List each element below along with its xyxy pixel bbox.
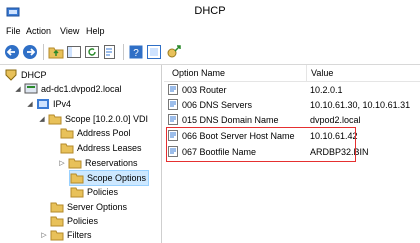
tree-label: Server Options <box>67 202 128 212</box>
tree-item-scope-policies[interactable]: Policies <box>70 185 118 199</box>
tree-label: Policies <box>87 187 119 197</box>
column-header-option-name[interactable]: Option Name <box>172 68 225 78</box>
tree-item-reservations[interactable]: ▷ Reservations <box>58 156 138 170</box>
list-header: Option Name Value <box>164 65 420 82</box>
toolbar: ? <box>0 40 420 65</box>
expand-arrow-icon[interactable]: ▷ <box>40 231 48 239</box>
collapse-arrow-icon[interactable]: ◢ <box>26 100 34 108</box>
tree-item-scope[interactable]: ◢ Scope [10.2.0.0] VDI <box>38 112 148 126</box>
tree-item-ipv4[interactable]: ◢ IPv4 <box>26 97 71 111</box>
option-icon <box>168 114 178 125</box>
dhcp-root-icon <box>5 69 17 81</box>
tree-item-address-pool[interactable]: Address Pool <box>60 126 131 140</box>
option-icon <box>168 99 178 110</box>
tree-item-filters[interactable]: ▷ Filters <box>40 228 92 242</box>
menu-help[interactable]: Help <box>86 26 105 36</box>
tree-item-policies[interactable]: Policies <box>50 214 98 228</box>
back-arrow-icon[interactable] <box>4 44 20 60</box>
toolbar-separator <box>123 44 124 60</box>
list-row[interactable]: 015 DNS Domain Name dvpod2.local <box>164 113 420 128</box>
option-name: 003 Router <box>182 84 227 95</box>
collapse-arrow-icon[interactable]: ◢ <box>38 115 46 123</box>
refresh-icon[interactable] <box>84 44 100 60</box>
column-header-value[interactable]: Value <box>311 68 333 78</box>
console-tree: DHCP ◢ ad-dc1.dvpod2.local ◢ IPv4 ◢ Scop… <box>0 65 162 243</box>
add-server-icon[interactable] <box>166 44 182 60</box>
option-value: 10.2.0.1 <box>310 85 343 95</box>
tree-label: Address Leases <box>77 143 142 153</box>
menu-bar: File Action View Help <box>0 24 420 40</box>
show-hide-tree-icon[interactable] <box>66 44 82 60</box>
tree-item-server[interactable]: ◢ ad-dc1.dvpod2.local <box>14 82 122 96</box>
folder-icon <box>68 158 82 169</box>
option-name: 006 DNS Servers <box>182 99 253 110</box>
tree-item-scope-options[interactable]: Scope Options <box>69 170 150 186</box>
ipv4-icon <box>37 99 49 109</box>
menu-file[interactable]: File <box>6 26 21 36</box>
up-folder-icon[interactable] <box>48 44 64 60</box>
tree-item-server-options[interactable]: Server Options <box>50 200 127 214</box>
svg-text:?: ? <box>133 48 139 59</box>
menu-action[interactable]: Action <box>26 26 51 36</box>
list-row[interactable]: 006 DNS Servers 10.10.61.30, 10.10.61.31 <box>164 98 420 113</box>
column-divider[interactable] <box>306 65 307 81</box>
folder-icon <box>70 187 84 198</box>
server-icon <box>24 83 38 94</box>
tree-label: DHCP <box>21 70 47 80</box>
tree-label: Filters <box>67 230 92 240</box>
toolbar-separator <box>43 44 44 60</box>
option-name: 015 DNS Domain Name <box>182 114 279 125</box>
tree-label: IPv4 <box>53 99 72 109</box>
option-icon <box>168 84 178 95</box>
option-value: dvpod2.local <box>310 115 361 125</box>
tree-label: Scope [10.2.0.0] VDI <box>65 114 149 124</box>
folder-icon <box>60 128 74 139</box>
forward-arrow-icon[interactable] <box>22 44 38 60</box>
folder-icon <box>70 173 84 184</box>
highlight-box <box>166 127 356 162</box>
list-row[interactable]: 003 Router 10.2.0.1 <box>164 83 420 98</box>
export-list-icon[interactable] <box>102 44 118 60</box>
folder-icon <box>48 114 62 125</box>
tree-label: Reservations <box>85 158 138 168</box>
menu-view[interactable]: View <box>60 26 79 36</box>
folder-icon <box>50 216 64 227</box>
help-icon[interactable]: ? <box>128 44 144 60</box>
tree-label: Scope Options <box>87 173 147 183</box>
option-value: 10.10.61.30, 10.10.61.31 <box>310 100 411 110</box>
folder-icon <box>60 143 74 154</box>
tree-label: Policies <box>67 216 99 226</box>
tree-label: ad-dc1.dvpod2.local <box>41 84 122 94</box>
folder-icon <box>50 230 64 241</box>
tree-item-address-leases[interactable]: Address Leases <box>60 141 142 155</box>
tree-root-dhcp[interactable]: DHCP <box>4 68 47 82</box>
title-bar: DHCP <box>0 0 420 24</box>
properties-icon[interactable] <box>146 44 162 60</box>
tree-label: Address Pool <box>77 128 131 138</box>
window-title: DHCP <box>194 5 226 17</box>
expand-arrow-icon[interactable]: ▷ <box>58 159 66 167</box>
collapse-arrow-icon[interactable]: ◢ <box>14 85 22 93</box>
folder-icon <box>50 202 64 213</box>
